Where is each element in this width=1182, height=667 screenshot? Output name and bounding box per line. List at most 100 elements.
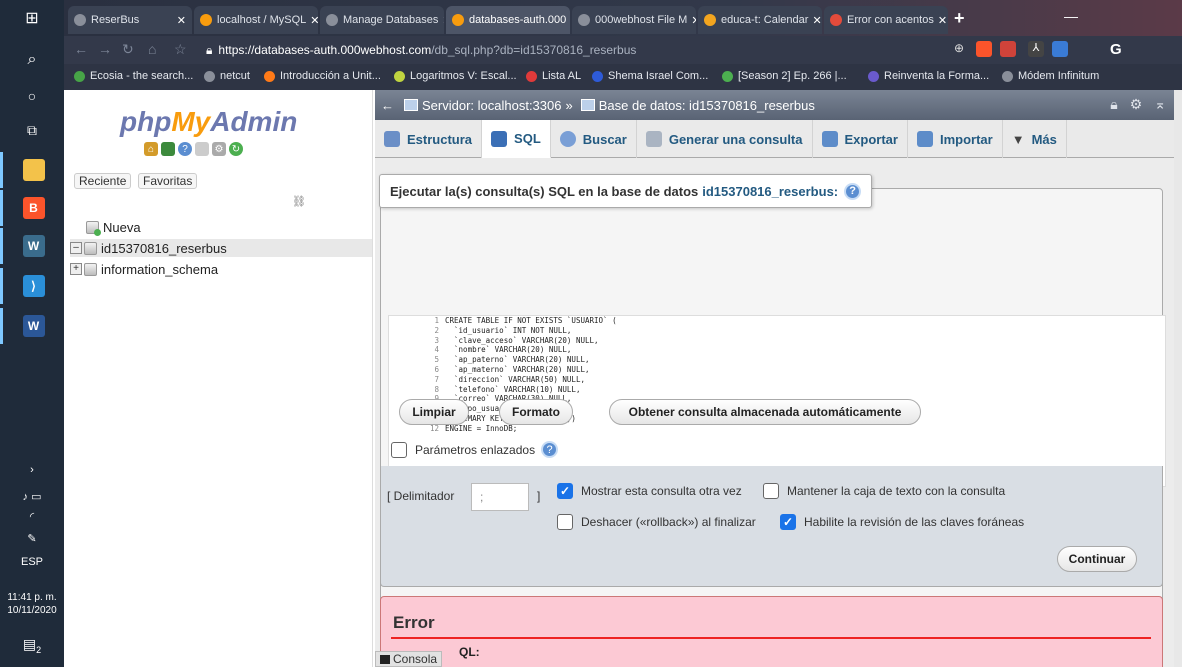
logout-icon[interactable] <box>161 142 175 156</box>
taskbar-mysql-workbench[interactable]: W <box>0 228 64 264</box>
close-icon[interactable]: ✕ <box>438 14 444 27</box>
link-icon[interactable]: ⛓ <box>292 195 306 208</box>
format-button[interactable]: Formato <box>499 399 573 425</box>
reload-icon[interactable]: ↻ <box>229 142 243 156</box>
home-icon[interactable]: ⌂ <box>144 142 158 156</box>
url-field[interactable]: 🔒︎ https://databases-auth.000webhost.com… <box>206 40 936 60</box>
profile-extension-icon[interactable]: G <box>1110 41 1126 58</box>
cortana-button[interactable]: ○ <box>0 78 64 114</box>
taskbar-vscode[interactable]: ⟩ <box>0 268 64 304</box>
checkbox[interactable] <box>763 483 779 499</box>
docs-icon[interactable] <box>195 142 209 156</box>
windows-start-button[interactable]: ⊞ <box>0 0 64 36</box>
tree-item-new[interactable]: Nueva <box>86 218 141 236</box>
clock-date[interactable]: 10/11/2020 <box>0 605 64 616</box>
zoom-icon[interactable]: ⊕ <box>954 41 970 57</box>
tab-search[interactable]: Buscar <box>551 120 637 158</box>
browser-tab-active[interactable]: databases-auth.000✕ <box>446 6 570 34</box>
help-icon[interactable]: ? <box>844 182 862 200</box>
forward-button[interactable]: → <box>98 41 112 57</box>
bookmark-item[interactable]: Ecosia - the search... <box>74 70 193 82</box>
minimize-button[interactable]: — <box>1064 8 1078 24</box>
console-toggle[interactable]: Consola <box>375 651 443 667</box>
tab-structure[interactable]: Estructura <box>375 120 483 158</box>
browser-tab[interactable]: educa-t: Calendar ✕ <box>698 6 822 34</box>
browser-tab[interactable]: 000webhost File M ✕ <box>572 6 696 34</box>
tab-query[interactable]: Generar una consulta <box>637 120 813 158</box>
foreign-key-check-checkbox[interactable]: ✓ Habilite la revisión de las claves forá… <box>780 514 1024 530</box>
bookmark-item[interactable]: netcut <box>204 70 250 82</box>
rollback-checkbox[interactable]: Deshacer («rollback») al finalizar <box>557 514 756 530</box>
help-icon[interactable]: ? <box>178 142 192 156</box>
tab-favorites[interactable]: Favoritas <box>138 173 198 189</box>
tab-sql[interactable]: SQL <box>482 120 551 158</box>
taskbar-word[interactable]: W <box>0 308 64 344</box>
collapse-icon[interactable]: – <box>70 242 82 254</box>
home-button[interactable]: ⌂ <box>148 41 156 57</box>
lock-icon[interactable]: 🔒︎ <box>1110 96 1117 113</box>
taskbar-file-explorer[interactable] <box>0 152 64 188</box>
sql-code-line[interactable]: 8 `telefono` VARCHAR(10) NULL, <box>389 385 1165 395</box>
sql-code-line[interactable]: 1 CREATE TABLE IF NOT EXISTS `USUARIO` ( <box>389 316 1165 326</box>
checkbox[interactable] <box>557 514 573 530</box>
brave-rewards-icon[interactable] <box>1000 41 1016 57</box>
sql-code-line[interactable]: 6 `ap_materno` VARCHAR(20) NULL, <box>389 365 1165 375</box>
delimiter-input[interactable]: ; <box>471 483 529 511</box>
bookmark-item[interactable]: Introducción a Unit... <box>264 70 381 82</box>
taskbar-brave-browser[interactable]: B <box>0 190 64 226</box>
wifi-icon[interactable]: ◜ <box>0 510 64 523</box>
back-button[interactable]: ← <box>74 41 88 57</box>
bookmark-item[interactable]: Lista AL <box>526 70 581 82</box>
bookmark-item[interactable]: [Season 2] Ep. 266 |... <box>722 70 847 82</box>
sql-code-line[interactable]: 12 ENGINE = InnoDB; <box>389 424 1165 434</box>
language-indicator[interactable]: ESP <box>0 556 64 568</box>
checkbox-checked[interactable]: ✓ <box>780 514 796 530</box>
tab-recent[interactable]: Reciente <box>74 173 132 189</box>
show-query-checkbox[interactable]: ✓ Mostrar esta consulta otra vez <box>557 483 742 499</box>
clock-time[interactable]: 11:41 p. m. <box>0 592 64 603</box>
close-icon[interactable]: ✕ <box>934 14 947 27</box>
extension-icon[interactable] <box>1052 41 1068 57</box>
task-view-button[interactable]: ⧉ <box>0 112 64 148</box>
volume-network-icon[interactable]: ♪ ▭ <box>0 490 64 503</box>
bookmark-item[interactable]: Shema Israel Com... <box>592 70 708 82</box>
tab-export[interactable]: Exportar <box>813 120 908 158</box>
new-tab-button[interactable]: + <box>954 8 965 29</box>
close-icon[interactable]: ✕ <box>566 14 570 27</box>
checkbox-checked[interactable]: ✓ <box>557 483 573 499</box>
browser-tab[interactable]: Manage Databases✕ <box>320 6 444 34</box>
gear-icon[interactable]: ⚙ <box>1130 96 1143 113</box>
help-icon[interactable]: ? <box>541 441 559 458</box>
clear-button[interactable]: Limpiar <box>399 399 469 425</box>
pdf-extension-icon[interactable]: ⅄ <box>1028 41 1044 57</box>
breadcrumb-server[interactable]: Servidor: localhost:3306 <box>422 98 561 113</box>
bind-parameters-checkbox[interactable]: Parámetros enlazados? <box>391 441 559 458</box>
page-scrollbar[interactable] <box>1174 90 1182 667</box>
continue-button[interactable]: Continuar <box>1057 546 1137 572</box>
gear-icon[interactable]: ⚙ <box>212 142 226 156</box>
close-icon[interactable]: ✕ <box>306 14 318 27</box>
close-icon[interactable]: ✕ <box>808 14 821 27</box>
reload-button[interactable]: ↻ <box>122 41 134 58</box>
bookmark-item[interactable]: Logaritmos V: Escal... <box>394 70 517 82</box>
browser-tab[interactable]: ReserBus ✕ <box>68 6 192 34</box>
sql-code-line[interactable]: 7 `direccion` VARCHAR(50) NULL, <box>389 375 1165 385</box>
bookmark-item[interactable]: Reinventa la Forma... <box>868 70 989 82</box>
sql-code-line[interactable]: 3 `clave_acceso` VARCHAR(20) NULL, <box>389 336 1165 346</box>
arrow-left-icon[interactable]: ← <box>381 98 394 113</box>
tree-item-database[interactable]: + information_schema <box>70 260 218 278</box>
sql-code-line[interactable]: 2 `id_usuario` INT NOT NULL, <box>389 326 1165 336</box>
collapse-icon[interactable]: ⌅ <box>1154 96 1166 113</box>
get-autosaved-query-button[interactable]: Obtener consulta almacenada automáticame… <box>609 399 921 425</box>
breadcrumb-database[interactable]: Base de datos: id15370816_reserbus <box>599 98 815 113</box>
sql-code-line[interactable]: 5 `ap_paterno` VARCHAR(20) NULL, <box>389 355 1165 365</box>
sql-code-line[interactable]: 4 `nombre` VARCHAR(20) NULL, <box>389 345 1165 355</box>
close-icon[interactable]: ✕ <box>173 14 186 27</box>
browser-tab[interactable]: Error con acentos ✕ <box>824 6 948 34</box>
sql-db-name[interactable]: id15370816_reserbus: <box>702 184 838 199</box>
checkbox[interactable] <box>391 441 407 458</box>
taskbar-search-button[interactable]: ⌕ <box>0 42 64 78</box>
pen-icon[interactable]: ✎ <box>0 532 64 545</box>
bookmark-item[interactable]: Módem Infinitum <box>1002 70 1099 82</box>
show-hidden-icons[interactable]: › <box>0 464 64 476</box>
